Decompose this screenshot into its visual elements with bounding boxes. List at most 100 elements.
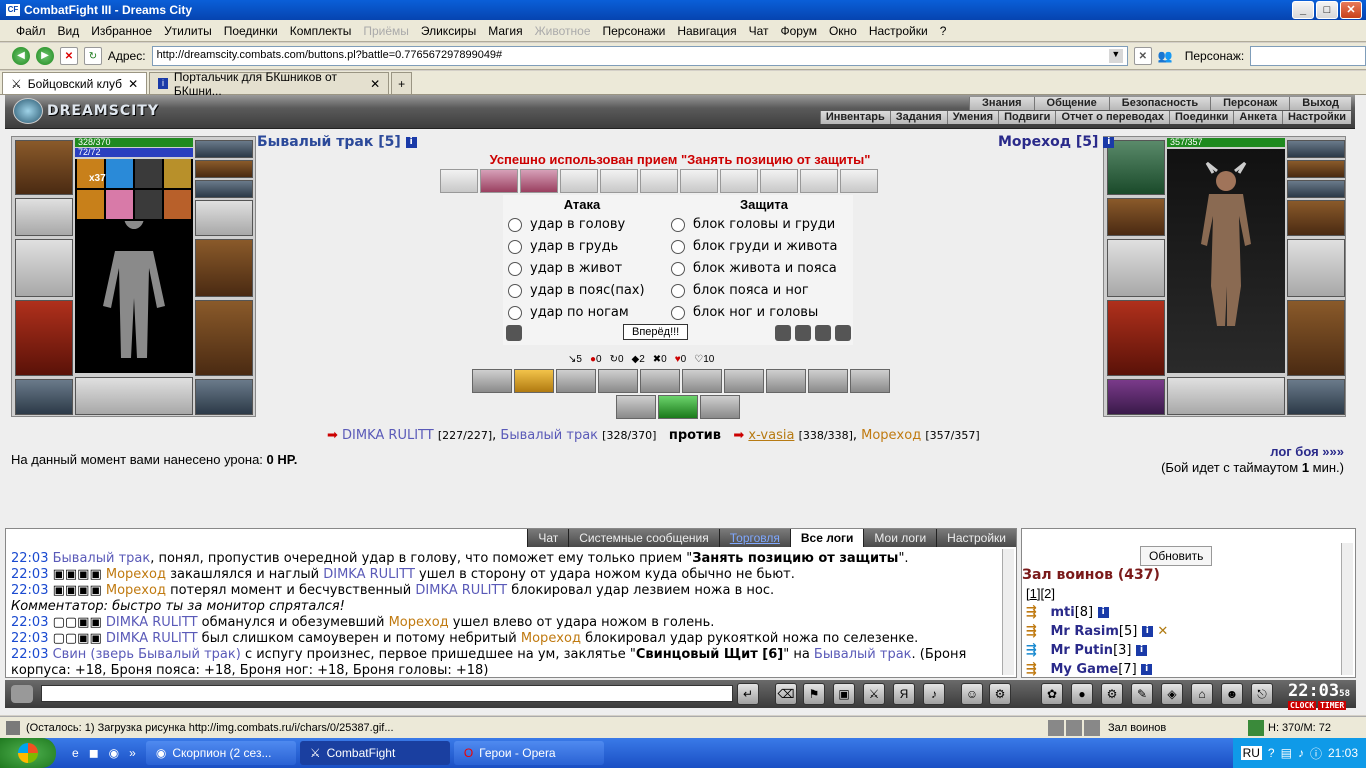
player-row[interactable]: ⇶ mti[8] i (1026, 603, 1168, 622)
chat-actor[interactable]: Мореход (389, 615, 449, 630)
tab-my-logs[interactable]: Мои логи (863, 529, 937, 547)
ability-icon[interactable] (658, 395, 698, 419)
chat-actor[interactable]: Мореход (106, 583, 166, 598)
ability-icon[interactable] (682, 369, 722, 393)
chat-actor[interactable]: DIMKA RULITT (323, 567, 415, 582)
new-tab-button[interactable]: + (391, 72, 413, 94)
menu-sets[interactable]: Комплекты (290, 24, 352, 38)
status-icon[interactable] (1084, 719, 1100, 736)
ability-icon[interactable] (472, 369, 512, 393)
technique-slot[interactable] (640, 169, 678, 193)
tab-fight-club[interactable]: ⚔ Бойцовский клуб ✕ (2, 72, 148, 94)
ability-icon[interactable] (514, 369, 554, 393)
ability-icon[interactable] (598, 369, 638, 393)
radio-button[interactable] (508, 217, 522, 232)
gloves-slot[interactable] (1287, 200, 1345, 236)
attack-option[interactable]: удар по ногам (508, 305, 629, 320)
save-icon[interactable]: ▣ (833, 683, 855, 705)
people-icon[interactable]: 👥 (1158, 49, 1173, 63)
nav-transfers[interactable]: Отчет о переводах (1055, 111, 1169, 124)
nav-skills[interactable]: Умения (946, 111, 999, 124)
nav-feats[interactable]: Подвиги (998, 111, 1056, 124)
technique-slot[interactable] (480, 169, 518, 193)
info-icon[interactable]: ⓘ (1310, 745, 1322, 762)
radio-button[interactable] (508, 283, 522, 298)
url-field[interactable]: http://dreamscity.combats.com/buttons.pl… (151, 46, 1128, 66)
ring-slot[interactable] (1287, 140, 1345, 158)
menu-settings[interactable]: Настройки (869, 24, 928, 38)
technique-slot[interactable] (720, 169, 758, 193)
app-icon[interactable]: ◼ (89, 746, 99, 760)
chat-input[interactable] (41, 685, 733, 702)
defense-option[interactable]: блок груди и живота (671, 239, 838, 254)
knife-slot[interactable] (1287, 239, 1345, 297)
buff-icon[interactable] (135, 190, 162, 219)
close-icon[interactable]: ✕ (370, 77, 380, 91)
players-scrollbar[interactable] (1341, 543, 1353, 675)
attack-option[interactable]: удар в голову (508, 217, 625, 232)
ability-icon[interactable] (640, 369, 680, 393)
right-player-name[interactable]: Мореход [5] i (998, 134, 1115, 150)
menu-elixirs[interactable]: Эликсиры (421, 24, 476, 38)
shield-icon[interactable] (506, 325, 522, 341)
technique-slot[interactable] (800, 169, 838, 193)
gear-icon[interactable]: ⚙ (1101, 683, 1123, 705)
buff-icon[interactable] (106, 159, 133, 188)
volume-icon[interactable]: ♪ (1298, 746, 1304, 760)
menu-utils[interactable]: Утилиты (164, 24, 212, 38)
radio-button[interactable] (671, 261, 685, 276)
ability-icon[interactable] (616, 395, 656, 419)
technique-slot[interactable] (440, 169, 478, 193)
rings-slot[interactable] (195, 180, 253, 198)
attack-option[interactable]: удар в пояс(пах) (508, 283, 645, 298)
chat-actor[interactable]: Свин (зверь Бывалый трак) (53, 647, 241, 662)
empty-slots[interactable] (1167, 377, 1285, 415)
nav-inventory[interactable]: Инвентарь (819, 111, 890, 124)
radio-button[interactable] (508, 305, 522, 320)
refresh-icon[interactable] (815, 325, 831, 341)
team-player[interactable]: Бывалый трак (500, 428, 598, 443)
buff-icon[interactable] (135, 159, 162, 188)
helmet-slot[interactable] (15, 140, 73, 195)
buff-icon[interactable] (164, 159, 191, 188)
nav-character[interactable]: Персонаж (1210, 97, 1290, 110)
refresh-icon[interactable]: ↻ (83, 47, 102, 65)
bow-slot[interactable] (15, 239, 73, 297)
shield-icon[interactable] (775, 325, 791, 341)
config-icon[interactable]: ⚙ (989, 683, 1011, 705)
armor-slot[interactable] (1107, 300, 1165, 376)
chat-actor[interactable]: Бывалый трак (53, 551, 151, 566)
maximize-button[interactable]: □ (1316, 1, 1338, 19)
amulet-slot[interactable] (195, 160, 253, 178)
info-icon[interactable]: i (1136, 645, 1148, 656)
boots-slot[interactable] (195, 379, 253, 415)
menu-navigation[interactable]: Навигация (677, 24, 736, 38)
amulet-slot[interactable] (1287, 160, 1345, 178)
technique-slot[interactable] (840, 169, 878, 193)
tab-settings[interactable]: Настройки (936, 529, 1016, 547)
task-item[interactable]: ◉ Скорпион (2 сез... (145, 741, 296, 765)
menu-characters[interactable]: Персонажи (603, 24, 666, 38)
forward-icon[interactable]: ▶ (35, 47, 54, 65)
radio-button[interactable] (508, 239, 522, 254)
scroll-slot[interactable] (15, 198, 73, 236)
radio-button[interactable] (508, 261, 522, 276)
enter-icon[interactable]: ↵ (737, 683, 759, 705)
close-icon[interactable]: ✕ (128, 77, 138, 91)
rings-slot[interactable] (1287, 180, 1345, 198)
chat-actor[interactable]: Мореход (521, 631, 581, 646)
defense-option[interactable]: блок головы и груди (671, 217, 835, 232)
pig-icon[interactable]: ☻ (1221, 683, 1243, 705)
helmet-slot[interactable] (1107, 140, 1165, 195)
bracers-slot[interactable] (1107, 198, 1165, 236)
smiley-icon[interactable]: ☺ (961, 683, 983, 705)
more-icon[interactable]: » (129, 746, 136, 760)
page-link[interactable]: 2 (1044, 586, 1051, 601)
nav-quests[interactable]: Задания (889, 111, 947, 124)
leaf-icon[interactable]: ✿ (1041, 683, 1063, 705)
minimize-button[interactable]: _ (1292, 1, 1314, 19)
buff-icon[interactable] (77, 190, 104, 219)
ie-icon[interactable]: e (72, 746, 79, 760)
status-icon[interactable] (1066, 719, 1082, 736)
menu-favorites[interactable]: Избранное (91, 24, 152, 38)
